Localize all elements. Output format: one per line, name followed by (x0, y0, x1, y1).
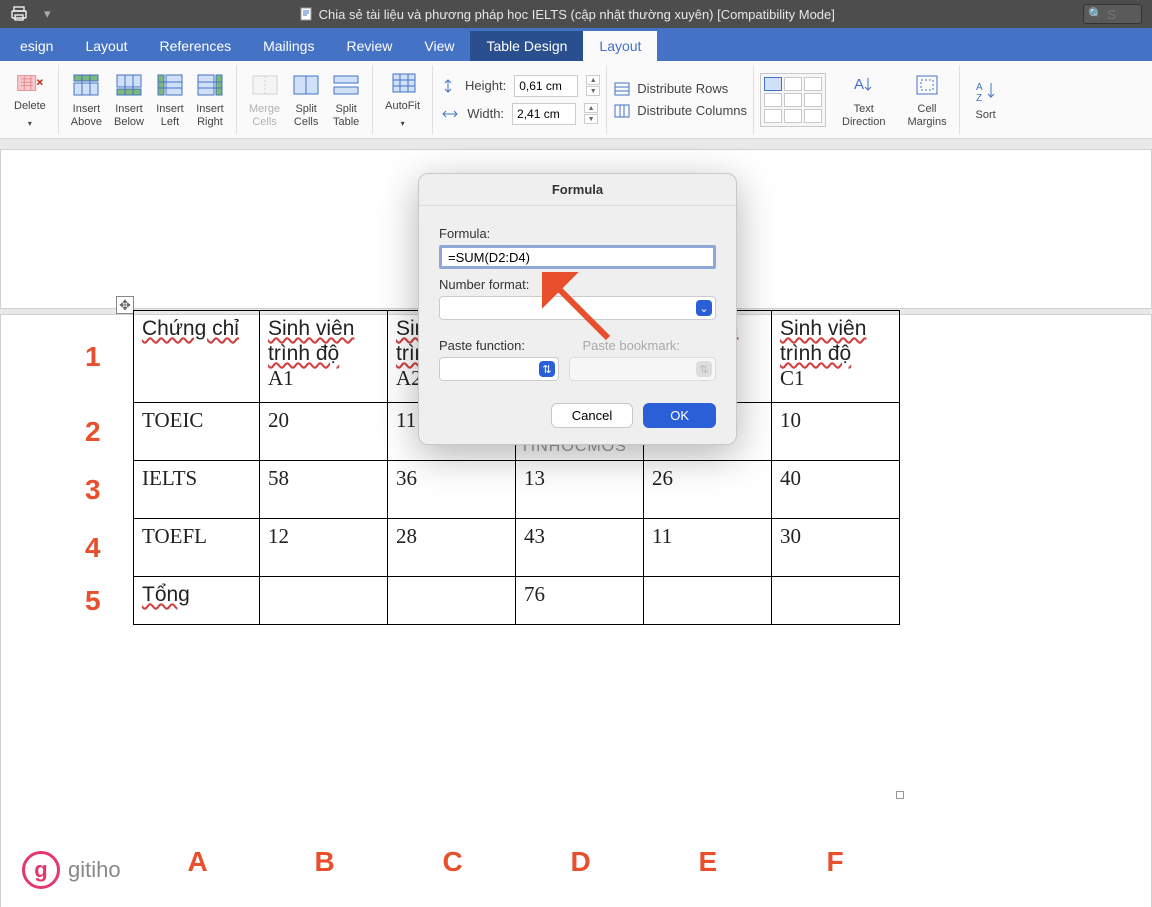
table-header-cell[interactable]: Chứng chỉ (134, 311, 260, 403)
table-resize-handle[interactable] (896, 791, 904, 799)
dialog-title: Formula (419, 174, 736, 206)
table-cell[interactable]: 20 (260, 403, 388, 461)
paste-bookmark-label: Paste bookmark: (583, 338, 717, 353)
number-format-label: Number format: (439, 277, 716, 292)
insert-below-button[interactable]: Insert Below (108, 67, 150, 132)
tab-layout[interactable]: Layout (69, 31, 143, 61)
svg-text:Z: Z (976, 93, 982, 103)
split-cells-button[interactable]: Split Cells (286, 67, 326, 132)
dropdown-icon[interactable]: ▾ (44, 6, 51, 22)
table-cell[interactable]: 76 (516, 577, 644, 625)
titlebar: ▾ Chia sẻ tài liệu và phương pháp học IE… (0, 0, 1152, 28)
table-cell[interactable]: TOEIC (134, 403, 260, 461)
ribbon: Delete▾ Insert Above Insert Below Insert… (0, 61, 1152, 139)
table-header-cell[interactable]: Sinh viêntrình độC1 (772, 311, 900, 403)
autofit-button[interactable]: AutoFit▾ (379, 67, 426, 132)
chevron-down-icon: ⌄ (696, 300, 712, 316)
number-format-select[interactable]: ⌄ (439, 296, 716, 320)
document-icon (299, 7, 313, 21)
sort-button[interactable]: AZSort (966, 67, 1006, 132)
table-cell[interactable]: 58 (260, 461, 388, 519)
cell-margins-button[interactable]: Cell Margins (901, 67, 952, 132)
ok-button[interactable]: OK (643, 403, 716, 428)
updown-icon: ⇅ (539, 361, 555, 377)
paste-function-select[interactable]: ⇅ (439, 357, 559, 381)
col-annotation: F (827, 846, 844, 878)
table-cell[interactable] (772, 577, 900, 625)
split-table-button[interactable]: Split Table (326, 67, 366, 132)
height-input[interactable] (514, 75, 578, 97)
insert-right-button[interactable]: Insert Right (190, 67, 230, 132)
tab-mailings[interactable]: Mailings (247, 31, 330, 61)
height-stepper[interactable]: ▲▼ (586, 75, 600, 96)
tab-table-design[interactable]: Table Design (470, 31, 583, 61)
tab-references[interactable]: References (144, 31, 248, 61)
tab-review[interactable]: Review (330, 31, 408, 61)
row-annotation: 1 (85, 341, 101, 373)
table-cell[interactable]: 36 (388, 461, 516, 519)
col-annotation: B (315, 846, 335, 878)
insert-above-button[interactable]: Insert Above (65, 67, 108, 132)
col-annotation: C (443, 846, 463, 878)
table-cell[interactable]: 40 (772, 461, 900, 519)
svg-text:A: A (976, 82, 983, 93)
table-cell[interactable]: 28 (388, 519, 516, 577)
table-move-handle[interactable]: ✥ (116, 296, 134, 314)
col-annotation: D (571, 846, 591, 878)
search-icon: 🔍 (1088, 7, 1103, 21)
table-cell[interactable] (388, 577, 516, 625)
width-label: Width: (467, 106, 504, 121)
delete-button[interactable]: Delete▾ (8, 67, 52, 132)
text-direction-button[interactable]: AText Direction (836, 67, 891, 132)
gitiho-logo: g gitiho (22, 851, 121, 889)
height-label: Height: (465, 78, 506, 93)
paste-bookmark-select: ⇅ (569, 357, 716, 381)
formula-dialog: Formula Formula: Number format: ⌄ Paste … (418, 173, 737, 445)
insert-left-button[interactable]: Insert Left (150, 67, 190, 132)
merge-cells-button: Merge Cells (243, 67, 286, 132)
tab-table-layout[interactable]: Layout (583, 31, 657, 61)
table-cell[interactable]: 13 (516, 461, 644, 519)
formula-label: Formula: (439, 226, 716, 241)
row-annotation: 5 (85, 585, 101, 617)
width-stepper[interactable]: ▲▼ (584, 103, 598, 124)
formula-input[interactable] (439, 245, 716, 269)
tab-view[interactable]: View (408, 31, 470, 61)
table-cell[interactable]: 12 (260, 519, 388, 577)
width-input[interactable] (512, 103, 576, 125)
distribute-rows-button[interactable]: Distribute Rows (613, 81, 728, 97)
table-cell[interactable] (260, 577, 388, 625)
col-annotation: E (699, 846, 718, 878)
tab-bar: esign Layout References Mailings Review … (0, 28, 1152, 61)
cancel-button[interactable]: Cancel (551, 403, 633, 428)
width-icon (441, 107, 459, 121)
table-cell[interactable]: IELTS (134, 461, 260, 519)
search-input[interactable] (1107, 7, 1137, 22)
height-icon (439, 79, 457, 93)
table-cell[interactable] (644, 577, 772, 625)
tab-design[interactable]: esign (4, 31, 69, 61)
row-annotation: 2 (85, 416, 101, 448)
paste-function-label: Paste function: (439, 338, 573, 353)
table-cell[interactable]: TOEFL (134, 519, 260, 577)
table-cell[interactable]: 11 (644, 519, 772, 577)
table-header-cell[interactable]: Sinh viêntrình độA1 (260, 311, 388, 403)
updown-icon: ⇅ (696, 361, 712, 377)
document-title: Chia sẻ tài liệu và phương pháp học IELT… (319, 7, 835, 22)
table-cell[interactable]: 30 (772, 519, 900, 577)
alignment-grid[interactable] (760, 73, 826, 127)
row-annotation: 3 (85, 474, 101, 506)
distribute-cols-button[interactable]: Distribute Columns (613, 103, 747, 119)
print-icon[interactable] (10, 5, 28, 23)
logo-icon: g (22, 851, 60, 889)
svg-text:A: A (854, 76, 864, 93)
table-cell[interactable]: 10 (772, 403, 900, 461)
table-cell[interactable]: 43 (516, 519, 644, 577)
row-annotation: 4 (85, 532, 101, 564)
search-box[interactable]: 🔍 (1083, 4, 1142, 24)
col-annotation: A (188, 846, 208, 878)
table-cell[interactable]: Tổng (134, 577, 260, 625)
table-cell[interactable]: 26 (644, 461, 772, 519)
